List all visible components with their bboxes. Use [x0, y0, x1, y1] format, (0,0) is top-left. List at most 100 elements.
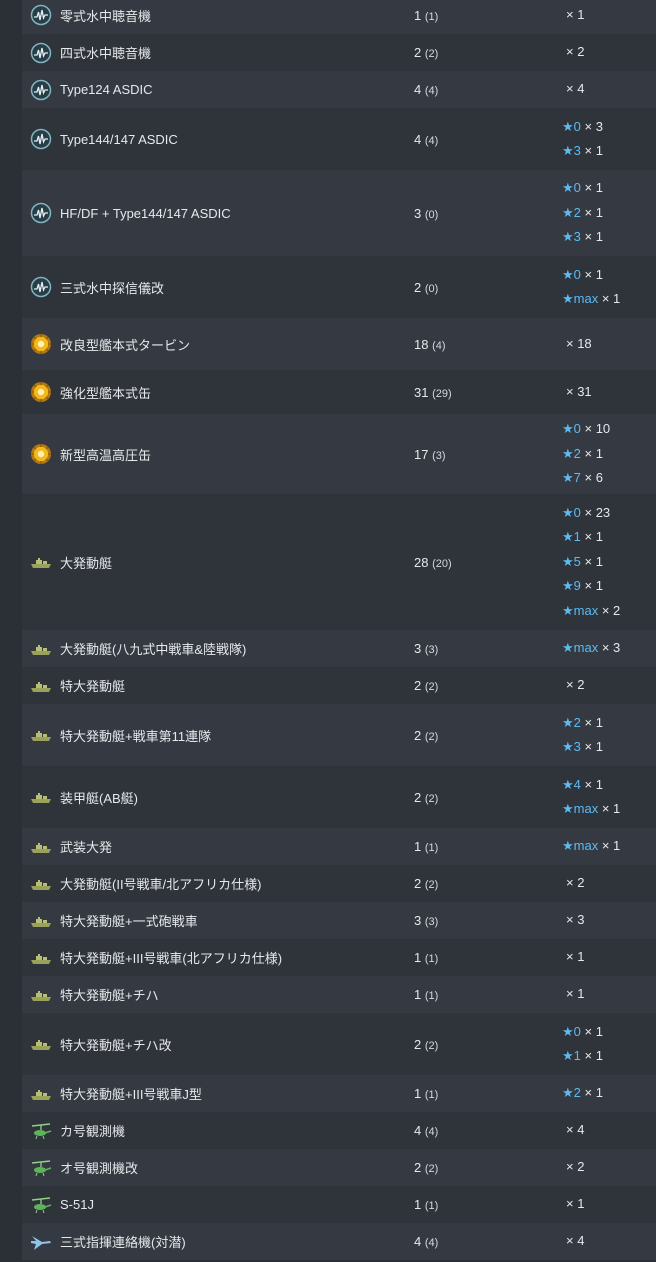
level-quantity: × 1 [580, 553, 603, 569]
improvement-level-line: ★0 × 23 [562, 501, 656, 526]
sonar-icon [30, 276, 52, 298]
equipment-count: 1 (1) [414, 987, 562, 1002]
equipment-table: 零式水中聴音機 1 (1) × 1 四式水中聴音機 2 (2) × 2 Type124 AS… [22, 0, 656, 1260]
landing-craft-icon [30, 873, 52, 895]
table-row: 特大発動艇+III号戦車J型 1 (1) ★2 × 1 [22, 1075, 656, 1112]
improvement-level-line: ★max × 1 [562, 834, 656, 859]
sonar-icon [30, 128, 52, 150]
level-quantity: × 1 [566, 1196, 585, 1212]
equipment-count: 4 (4) [414, 82, 562, 97]
table-row: 改良型艦本式タービン 18 (4) × 18 [22, 318, 656, 370]
equipment-name-cell: Type124 ASDIC [22, 79, 414, 101]
table-row: 特大発動艇 2 (2) × 2 [22, 667, 656, 704]
star-level: ★1 [562, 1048, 581, 1063]
equipment-name-cell: 特大発動艇+チハ [22, 984, 414, 1006]
count-total: 18 [414, 336, 429, 352]
equipment-name-cell: 装甲艇(AB艇) [22, 786, 414, 808]
star-level: ★2 [562, 204, 581, 220]
equipment-name-cell: カ号観測機 [22, 1120, 414, 1142]
improvement-levels: ★0 × 1 ★2 × 1 ★3 × 1 [562, 176, 656, 250]
level-quantity: × 4 [566, 81, 585, 97]
count-unlocked: (3) [424, 916, 439, 928]
count-total: 2 [414, 876, 422, 891]
improvement-levels: × 2 [562, 871, 656, 896]
count-unlocked: (4) [424, 1126, 439, 1138]
count-unlocked: (29) [432, 387, 452, 400]
landing-craft-icon [30, 724, 52, 746]
equipment-count: 1 (1) [414, 8, 562, 23]
equipment-name: 大発動艇 [60, 555, 113, 571]
count-total: 31 [414, 384, 429, 400]
level-quantity: × 2 [566, 1159, 585, 1175]
table-row: 新型高温高圧缶 17 (3) ★0 × 10 ★2 × 1 ★7 × 6 [22, 414, 656, 494]
improvement-level-line: × 4 [562, 1118, 656, 1143]
count-unlocked: (0) [424, 208, 439, 221]
table-row: 特大発動艇+III号戦車(北アフリカ仕様) 1 (1) × 1 [22, 939, 656, 976]
table-row: 特大発動艇+一式砲戦車 3 (3) × 3 [22, 902, 656, 939]
level-quantity: × 1 [580, 229, 603, 245]
equipment-name-cell: 強化型艦本式缶 [22, 381, 414, 403]
equipment-name: 三式指揮連絡機(対潜) [60, 1235, 186, 1250]
count-total: 4 [414, 131, 422, 147]
improvement-levels: ★0 × 23 ★1 × 1 ★5 × 1 ★9 × 1 ★max × 2 [562, 501, 656, 624]
equipment-count: 2 (2) [414, 728, 562, 743]
improvement-level-line: × 1 [562, 3, 656, 28]
landing-craft-icon [30, 675, 52, 697]
landing-craft-icon [30, 910, 52, 932]
equipment-name-cell: 新型高温高圧缶 [22, 443, 414, 465]
count-unlocked: (1) [424, 990, 439, 1002]
star-level: ★max [562, 291, 599, 306]
equipment-name: 特大発動艇 [60, 679, 126, 694]
improvement-levels: ★0 × 1 ★1 × 1 [562, 1020, 656, 1069]
level-quantity: × 1 [566, 6, 585, 22]
improvement-level-line: ★max × 1 [562, 797, 656, 822]
table-row: 装甲艇(AB艇) 2 (2) ★4 × 1 ★max × 1 [22, 766, 656, 828]
equipment-count: 28 (20) [414, 555, 562, 570]
level-quantity: × 23 [580, 504, 611, 520]
level-quantity: × 1 [580, 776, 603, 792]
landing-craft-icon [30, 786, 52, 808]
equipment-name-cell: 三式指揮連絡機(対潜) [22, 1231, 414, 1253]
autogyro-icon [30, 1120, 52, 1142]
count-unlocked: (2) [424, 1039, 439, 1052]
equipment-name: Type124 ASDIC [60, 82, 153, 97]
turbine-icon [30, 443, 52, 465]
count-unlocked: (1) [424, 1200, 439, 1212]
equipment-name: 新型高温高圧缶 [60, 447, 152, 463]
equipment-name: S-51J [60, 1197, 94, 1212]
star-level: ★4 [562, 776, 581, 792]
level-quantity: × 1 [580, 739, 603, 754]
table-row: 武装大発 1 (1) ★max × 1 [22, 828, 656, 865]
count-unlocked: (2) [424, 1163, 439, 1175]
level-quantity: × 1 [580, 445, 603, 461]
improvement-levels: × 3 [562, 908, 656, 933]
star-level: ★0 [562, 504, 581, 520]
level-quantity: × 3 [580, 118, 603, 134]
equipment-count: 2 (2) [414, 876, 562, 891]
level-quantity: × 1 [580, 204, 603, 220]
equipment-count: 2 (2) [414, 1160, 562, 1175]
improvement-level-line: ★3 × 1 [562, 735, 656, 760]
star-level: ★0 [562, 266, 581, 282]
equipment-count: 1 (1) [414, 1197, 562, 1212]
improvement-level-line: × 2 [562, 40, 656, 65]
equipment-count: 2 (0) [414, 280, 562, 295]
star-level: ★0 [562, 180, 581, 196]
equipment-count: 1 (1) [414, 839, 562, 854]
table-row: オ号観測機改 2 (2) × 2 [22, 1149, 656, 1186]
equipment-name-cell: 大発動艇 [22, 551, 414, 573]
level-quantity: × 2 [566, 677, 585, 693]
autogyro-icon [30, 1157, 52, 1179]
turbine-icon [30, 381, 52, 403]
star-level: ★2 [562, 714, 581, 730]
equipment-count: 18 (4) [414, 337, 562, 352]
equipment-name: カ号観測機 [60, 1124, 126, 1139]
equipment-count: 3 (0) [414, 206, 562, 221]
table-row: 大発動艇 28 (20) ★0 × 23 ★1 × 1 ★5 × 1 ★9 × 1 ★max… [22, 494, 656, 630]
improvement-level-line: ★2 × 1 [562, 711, 656, 736]
equipment-name: 強化型艦本式缶 [60, 385, 152, 401]
table-row: 三式指揮連絡機(対潜) 4 (4) × 4 [22, 1223, 656, 1260]
star-level: ★7 [562, 470, 581, 486]
equipment-count: 1 (1) [414, 950, 562, 965]
count-unlocked: (1) [424, 842, 439, 854]
